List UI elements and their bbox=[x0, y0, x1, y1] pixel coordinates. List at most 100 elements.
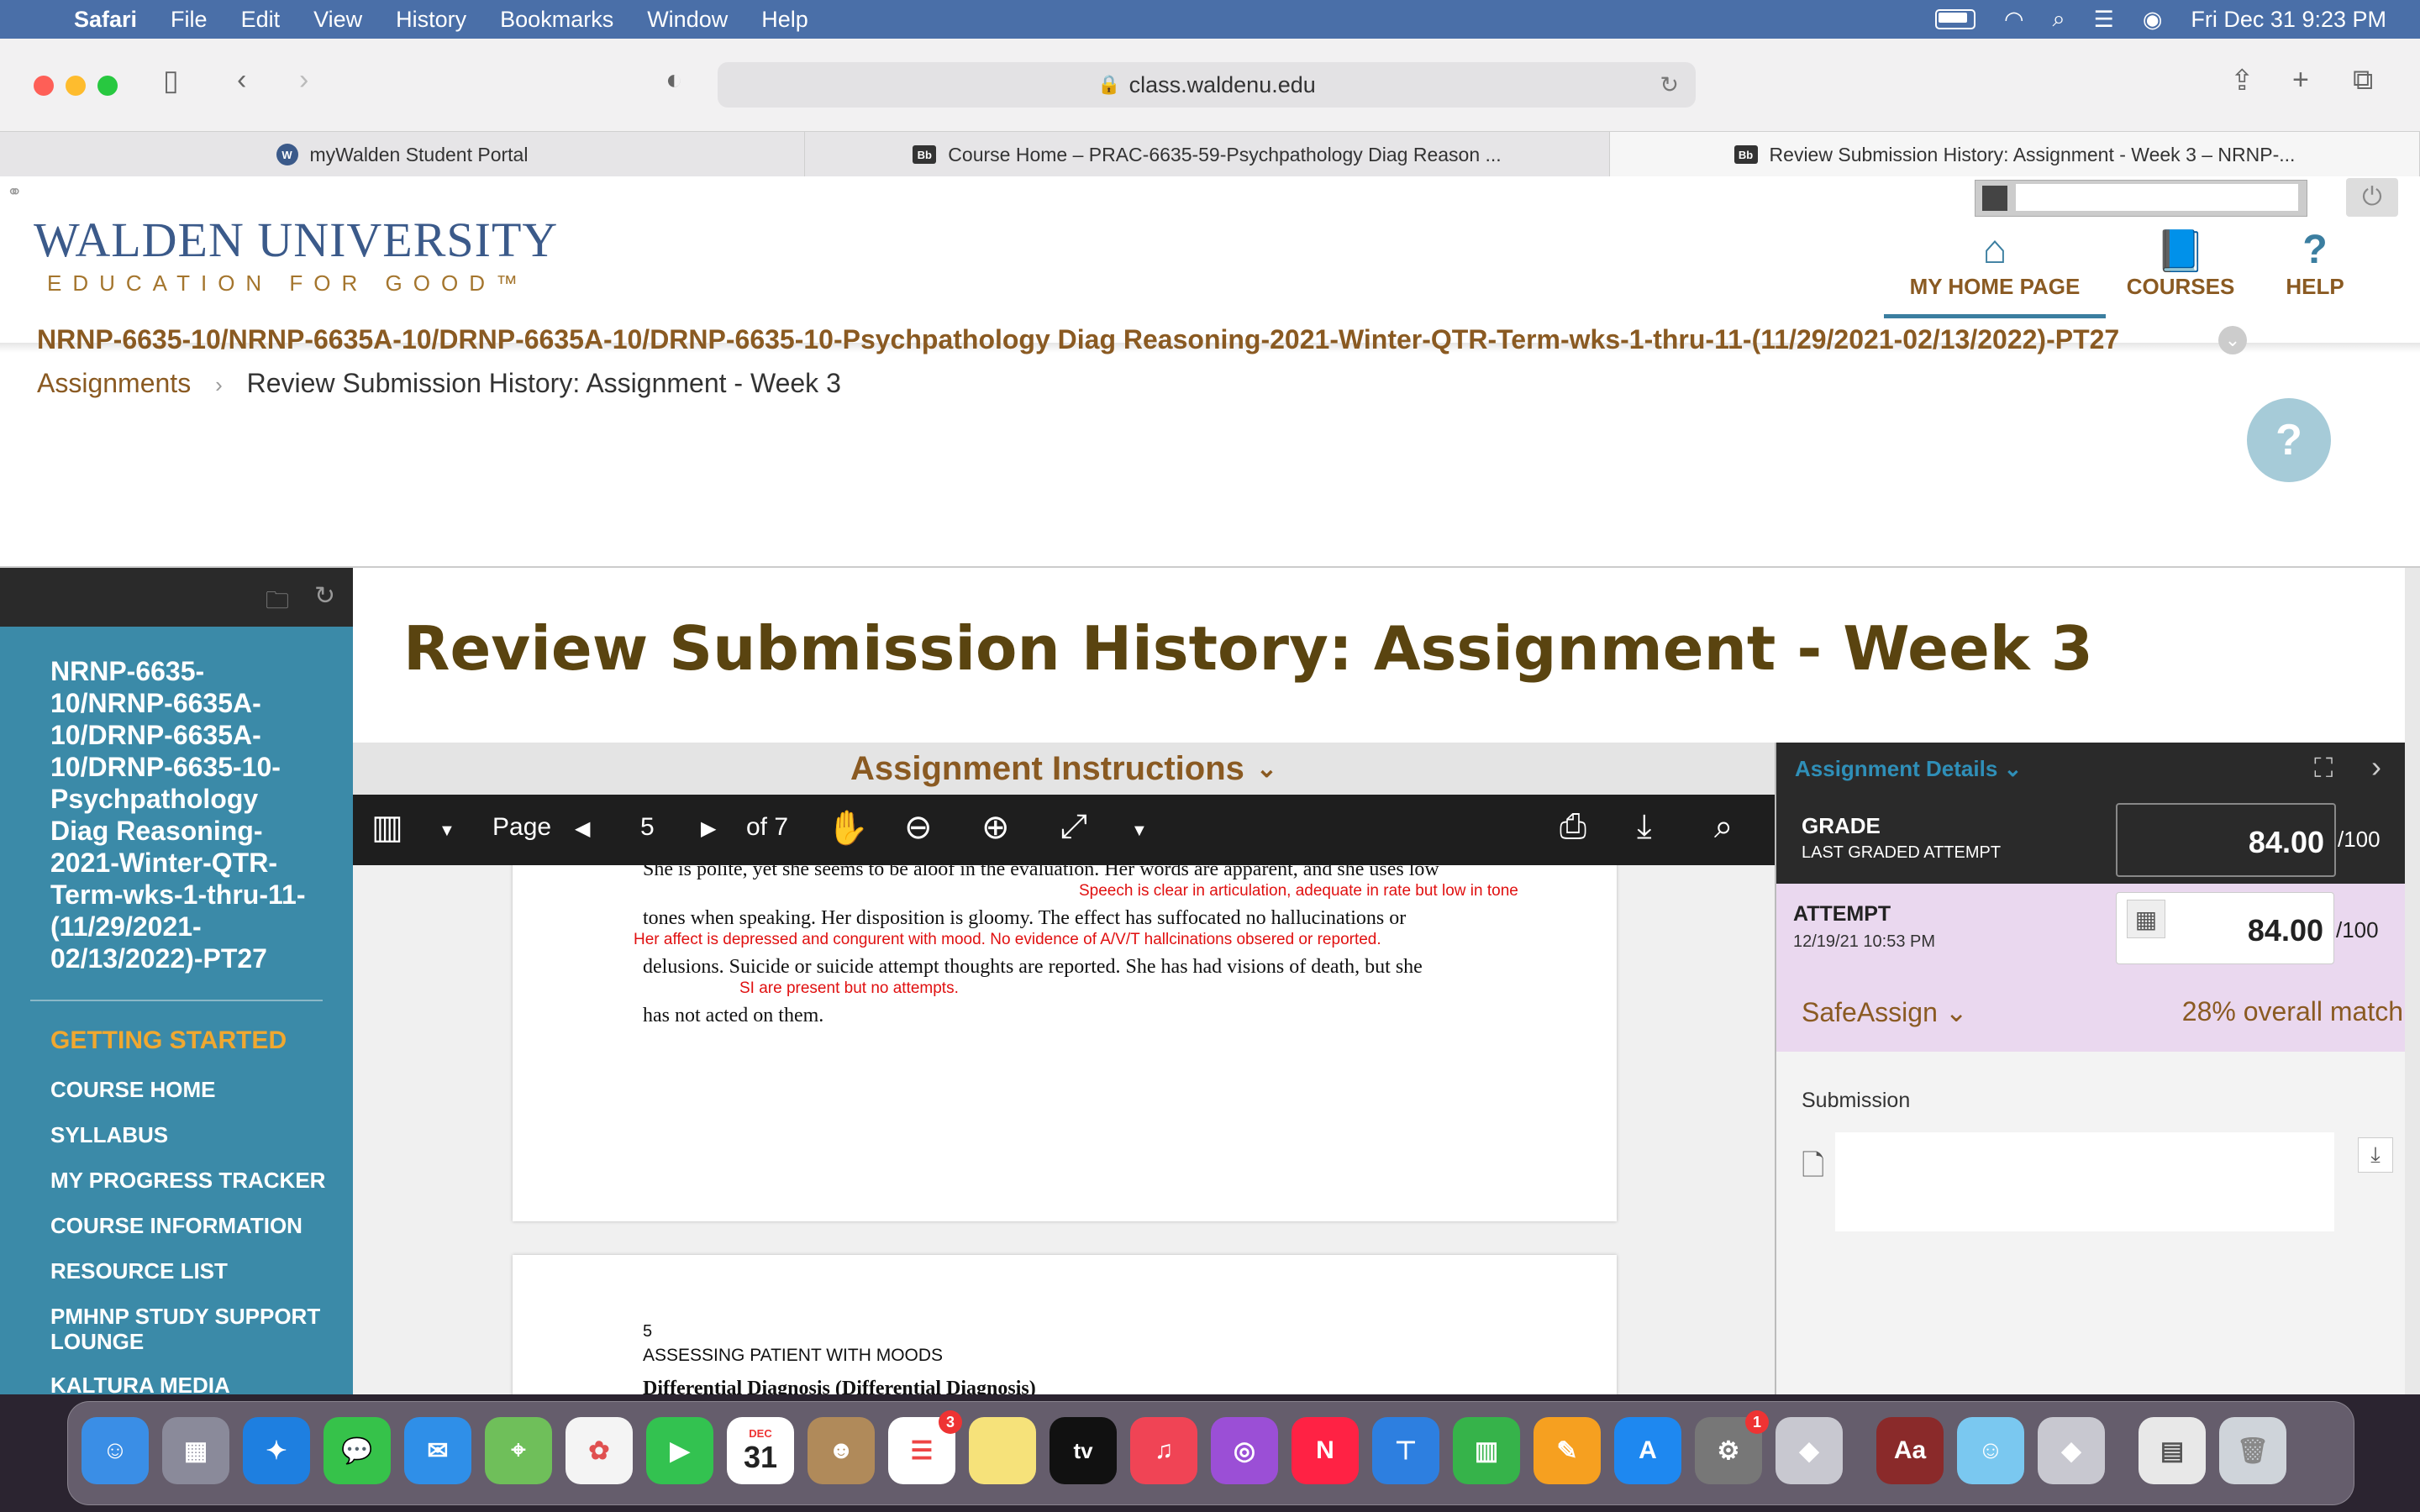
download-submission-icon[interactable]: ⤓ bbox=[2358, 1137, 2393, 1173]
sidebar-item-course-home[interactable]: COURSE HOME bbox=[50, 1077, 328, 1102]
close-window-button[interactable] bbox=[34, 76, 54, 96]
roblox-studio-icon[interactable]: ◆ bbox=[2038, 1417, 2105, 1484]
spotlight-search-icon[interactable]: ⌕ bbox=[2053, 6, 2065, 33]
refresh-icon[interactable]: ↻ bbox=[314, 581, 335, 611]
news-icon[interactable]: N bbox=[1292, 1417, 1359, 1484]
keynote-icon[interactable]: ⊤ bbox=[1372, 1417, 1439, 1484]
zoom-window-button[interactable] bbox=[97, 76, 118, 96]
help-button[interactable]: ? HELP bbox=[2269, 227, 2361, 300]
thumbnails-dropdown-icon[interactable]: ▼ bbox=[439, 822, 455, 841]
breadcrumb-assignments-link[interactable]: Assignments bbox=[37, 368, 191, 398]
roblox-icon[interactable]: ◆ bbox=[1776, 1417, 1843, 1484]
page-number-input[interactable]: 5 bbox=[640, 813, 655, 842]
menu-window[interactable]: Window bbox=[647, 7, 728, 33]
course-menu-chevron-icon[interactable]: ⌄ bbox=[2218, 326, 2247, 354]
battery-icon[interactable] bbox=[1934, 9, 1975, 29]
launchpad-icon[interactable]: ▦ bbox=[162, 1417, 229, 1484]
menu-bookmarks[interactable]: Bookmarks bbox=[500, 7, 613, 33]
expand-icon[interactable]: ⛶ bbox=[2314, 753, 2333, 785]
back-icon[interactable]: ‹ bbox=[237, 64, 246, 97]
search-icon[interactable]: ⌕ bbox=[1714, 808, 1733, 846]
print-icon[interactable]: ⎙ bbox=[1560, 808, 1586, 846]
menu-file[interactable]: File bbox=[171, 7, 208, 33]
toca-boca-icon[interactable]: ☺ bbox=[1957, 1417, 2024, 1484]
menu-help[interactable]: Help bbox=[761, 7, 808, 33]
zoom-dropdown-icon[interactable]: ▼ bbox=[1131, 822, 1148, 841]
page-scrollbar[interactable] bbox=[2405, 568, 2420, 1394]
sidebar-item-progress-tracker[interactable]: MY PROGRESS TRACKER bbox=[50, 1168, 328, 1193]
sidebar-item-resource-list[interactable]: RESOURCE LIST bbox=[50, 1258, 328, 1284]
address-bar[interactable]: 🔒 class.waldenu.edu ↻ bbox=[718, 62, 1696, 108]
folder-icon[interactable]: 🗀 bbox=[266, 583, 289, 623]
privacy-shield-icon[interactable]: ◐ bbox=[666, 64, 683, 97]
minimize-window-button[interactable] bbox=[66, 76, 86, 96]
sidebar-toggle-icon[interactable]: ▯ bbox=[163, 64, 179, 97]
menu-history[interactable]: History bbox=[396, 7, 466, 33]
next-page-icon[interactable]: ▶ bbox=[701, 816, 716, 841]
safeassign-match[interactable]: 28% overall match bbox=[2182, 996, 2403, 1027]
thumbnails-icon[interactable]: ▥ bbox=[371, 808, 403, 847]
menu-edit[interactable]: Edit bbox=[241, 7, 281, 33]
mail-icon[interactable]: ✉ bbox=[404, 1417, 471, 1484]
details-title[interactable]: Assignment Details ⌄ bbox=[1795, 756, 2022, 782]
sidebar-item-study-lounge[interactable]: PMHNP STUDY SUPPORT LOUNGE bbox=[50, 1304, 328, 1354]
zoom-in-icon[interactable]: ⊕ bbox=[981, 808, 1010, 847]
pages-icon[interactable]: ✎ bbox=[1534, 1417, 1601, 1484]
submission-file-box[interactable] bbox=[1835, 1132, 2334, 1231]
podcasts-icon[interactable]: ◎ bbox=[1211, 1417, 1278, 1484]
rubric-grid-icon[interactable]: ▦ bbox=[2127, 900, 2165, 938]
user-search-field[interactable] bbox=[1975, 180, 2307, 217]
download-icon[interactable]: ⤓ bbox=[1637, 808, 1652, 846]
menu-clock[interactable]: Fri Dec 31 9:23 PM bbox=[2191, 7, 2386, 33]
tab-course-home[interactable]: Bb Course Home – PRAC-6635-59-Psychpatho… bbox=[805, 132, 1610, 177]
prev-page-icon[interactable]: ◀ bbox=[575, 816, 590, 841]
contacts-icon[interactable]: ☻ bbox=[808, 1417, 875, 1484]
reload-icon[interactable]: ↻ bbox=[1660, 72, 1679, 98]
safari-icon[interactable]: ✦ bbox=[243, 1417, 310, 1484]
downloads-stack-icon[interactable]: ▤ bbox=[2139, 1417, 2206, 1484]
fit-page-icon[interactable]: ⤢ bbox=[1060, 808, 1087, 846]
calendar-icon[interactable]: DEC 31 bbox=[727, 1417, 794, 1484]
dictionary-icon[interactable]: Aa bbox=[1876, 1417, 1944, 1484]
sidebar-course-name[interactable]: NRNP-6635-10/NRNP-6635A-10/DRNP-6635A-10… bbox=[50, 655, 319, 974]
sidebar-item-syllabus[interactable]: SYLLABUS bbox=[50, 1122, 328, 1147]
trash-icon[interactable]: 🗑 bbox=[2219, 1417, 2286, 1484]
app-store-icon[interactable]: A bbox=[1614, 1417, 1681, 1484]
hand-tool-icon[interactable]: ✋ bbox=[827, 808, 869, 848]
menu-view[interactable]: View bbox=[313, 7, 362, 33]
attempt-score-box[interactable]: ▦ 84.00 bbox=[2116, 892, 2334, 964]
music-icon[interactable]: ♫ bbox=[1130, 1417, 1197, 1484]
photos-icon[interactable]: ✿ bbox=[566, 1417, 633, 1484]
tab-mywalden[interactable]: W myWalden Student Portal bbox=[0, 132, 805, 177]
collapse-panel-icon[interactable]: › bbox=[2371, 749, 2381, 785]
pdf-viewer[interactable]: She is polite, yet she seems to be aloof… bbox=[353, 865, 1775, 1394]
safeassign-toggle[interactable]: SafeAssign ⌄ bbox=[1802, 996, 1968, 1028]
floating-help-button[interactable]: ? bbox=[2247, 398, 2331, 482]
share-icon[interactable]: ⇪ bbox=[2230, 64, 2254, 97]
siri-icon[interactable]: ◉ bbox=[2143, 7, 2163, 33]
courses-button[interactable]: 📘 COURSES bbox=[2118, 227, 2244, 300]
my-home-page-button[interactable]: ⌂ MY HOME PAGE bbox=[1884, 227, 2106, 300]
forward-icon[interactable]: › bbox=[299, 64, 308, 97]
power-logout-icon[interactable]: ⏻ bbox=[2346, 178, 2398, 217]
finder-icon[interactable]: ☺ bbox=[82, 1417, 149, 1484]
assignment-instructions-toggle[interactable]: Assignment Instructions ⌄ bbox=[353, 743, 1775, 795]
system-preferences-icon[interactable]: ⚙ 1 bbox=[1695, 1410, 1769, 1484]
zoom-out-icon[interactable]: ⊖ bbox=[904, 808, 933, 847]
new-tab-icon[interactable]: + bbox=[2292, 64, 2309, 97]
notes-icon[interactable] bbox=[969, 1417, 1036, 1484]
apple-tv-icon[interactable]: tv bbox=[1050, 1417, 1117, 1484]
sidebar-item-kaltura[interactable]: KALTURA MEDIA UPLOADER bbox=[50, 1373, 328, 1394]
menu-app-name[interactable]: Safari bbox=[74, 7, 137, 33]
messages-icon[interactable]: 💬 bbox=[324, 1417, 391, 1484]
sidebar-item-course-information[interactable]: COURSE INFORMATION bbox=[50, 1213, 328, 1238]
control-center-icon[interactable]: ☰ bbox=[2094, 7, 2114, 33]
maps-icon[interactable]: ⌖ bbox=[485, 1417, 552, 1484]
reminders-icon[interactable]: ☰ 3 bbox=[888, 1410, 962, 1484]
facetime-icon[interactable]: ▶ bbox=[646, 1417, 713, 1484]
tab-review-submission[interactable]: Bb Review Submission History: Assignment… bbox=[1610, 132, 2420, 177]
walden-logo[interactable]: WALDEN UNIVERSITY bbox=[34, 212, 558, 268]
wifi-icon[interactable]: ◠ bbox=[2004, 7, 2024, 33]
numbers-icon[interactable]: ▥ bbox=[1453, 1417, 1520, 1484]
tab-overview-icon[interactable]: ⧉ bbox=[2353, 64, 2373, 97]
